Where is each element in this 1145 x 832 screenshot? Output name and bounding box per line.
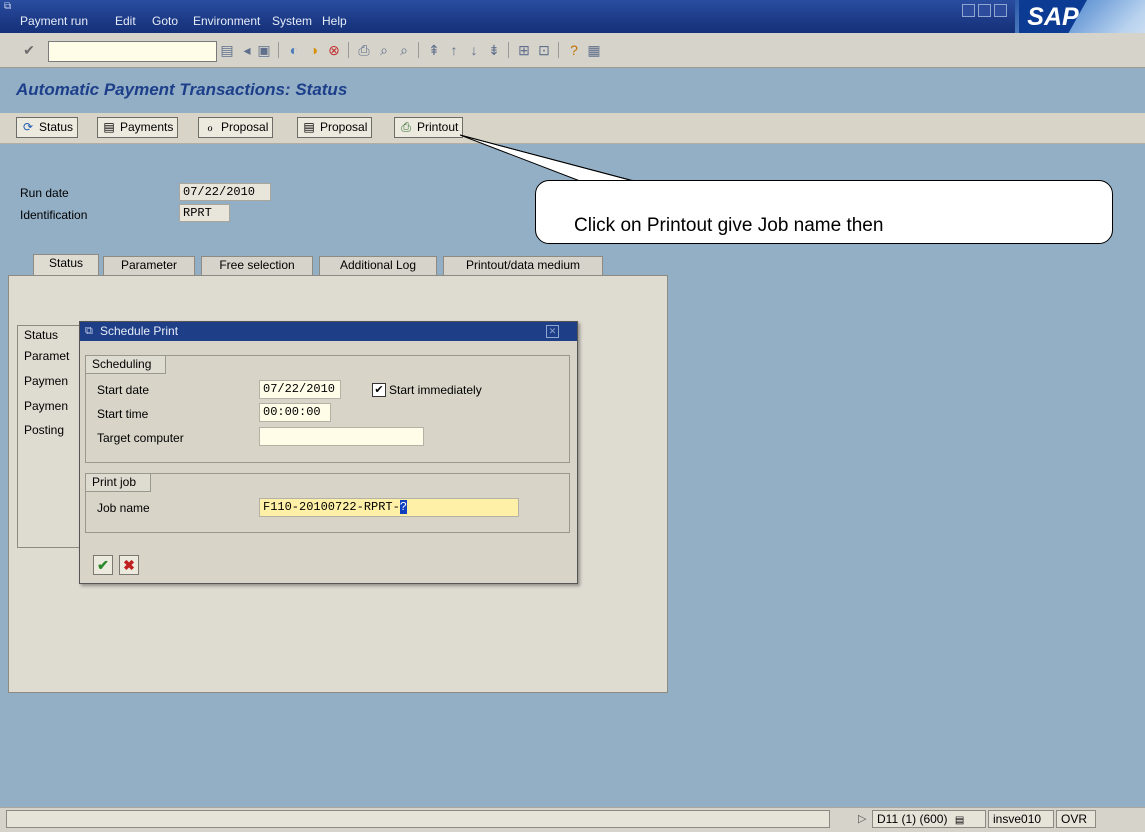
expand-status-icon[interactable]: ▷ [858,812,866,825]
status-row: Paymen [24,374,69,388]
start-immediately-checkbox[interactable]: ✔ [372,383,386,397]
close-window-icon[interactable] [994,4,1007,17]
continue-button[interactable]: ✔ [93,555,113,575]
tab-printout-data-medium[interactable]: Printout/data medium [443,256,603,275]
tab-parameter[interactable]: Parameter [103,256,195,275]
menu-help[interactable]: Help [322,14,347,28]
payments-button-label: Payments [120,120,174,134]
command-history-icon[interactable]: ▤ [218,41,236,59]
system-info-icon: ▤ [954,815,965,826]
cancel-button[interactable]: ✖ [119,555,139,575]
command-field[interactable] [48,41,217,62]
maximize-icon[interactable] [978,4,991,17]
print-icon[interactable]: ⎙ [355,41,373,59]
toolbar-separator [418,42,419,58]
cancel-icon[interactable]: ⊗ [325,41,343,59]
display-proposal-button[interactable]: ▤ Proposal [297,117,373,138]
page-title: Automatic Payment Transactions: Status [16,80,348,99]
identification-label: Identification [20,208,88,222]
refresh-icon: ⟳ [22,120,34,134]
dialog-window-icon: ⧉ [85,325,93,337]
back-arrow-icon[interactable]: ◂ [238,41,256,59]
back-icon[interactable]: ◐ [285,41,303,59]
status-row: Paymen [24,399,69,413]
target-computer-label: Target computer [97,431,184,445]
enter-icon[interactable]: ✔ [20,41,38,59]
list-icon: ▤ [303,120,315,134]
run-date-field: 07/22/2010 [179,183,271,201]
glasses-icon: ℴ [207,120,213,134]
menu-goto[interactable]: Goto [152,14,178,28]
start-date-label: Start date [97,383,150,397]
tab-free-selection[interactable]: Free selection [201,256,313,275]
list-icon: ▤ [103,120,115,134]
system-info-text: D11 (1) (600) [877,812,948,826]
dialog-title: Schedule Print [100,324,179,338]
server-info: insve010 [988,810,1054,828]
schedule-print-dialog: ⧉ Schedule Print ✕ Scheduling Start date… [79,321,578,584]
job-name-label: Job name [97,501,150,515]
scheduling-group-title: Scheduling [86,356,167,374]
status-button[interactable]: ⟳ Status [16,117,79,138]
menu-bar: ⧉ Payment run Edit Goto Environment Syst… [0,0,1145,33]
status-row: Paramet [24,349,70,363]
shortcut-icon[interactable]: ⊡ [535,41,553,59]
print-job-group-title: Print job [86,474,152,492]
toolbar-separator [348,42,349,58]
start-immediately-label: Start immediately [389,383,482,397]
tab-status[interactable]: Status [33,254,99,275]
printout-icon: ⎙ [401,120,411,134]
text-cursor: ? [399,500,408,514]
previous-page-icon[interactable]: ↑ [445,41,463,59]
last-page-icon[interactable]: ⇟ [485,41,503,59]
menu-environment[interactable]: Environment [193,14,260,28]
target-computer-input[interactable] [259,427,424,446]
create-session-icon[interactable]: ⊞ [515,41,533,59]
toolbar-separator [558,42,559,58]
dialog-title-bar[interactable]: ⧉ Schedule Print ✕ [80,322,577,341]
layout-menu-icon[interactable]: ▦ [585,41,603,59]
run-date-label: Run date [20,186,69,200]
printout-button-label: Printout [417,120,459,134]
minimize-icon[interactable] [962,4,975,17]
save-icon[interactable]: ▣ [255,41,273,59]
job-name-input[interactable]: F110-20100722-RPRT-? [259,498,519,517]
payments-button[interactable]: ▤ Payments [97,117,179,138]
edit-proposal-button[interactable]: ℴ Proposal [198,117,274,138]
insert-mode[interactable]: OVR [1056,810,1096,828]
dialog-close-icon[interactable]: ✕ [546,325,559,338]
print-job-group: Print job Job name F110-20100722-RPRT-? [85,473,570,533]
tab-additional-log[interactable]: Additional Log [319,256,437,275]
toolbar-separator [278,42,279,58]
next-page-icon[interactable]: ↓ [465,41,483,59]
sap-logo-text: SAP [1019,0,1087,34]
start-date-input[interactable]: 07/22/2010 [259,380,341,399]
system-info[interactable]: D11 (1) (600) ▤ [872,810,986,828]
find-next-icon[interactable]: ⌕ [395,41,413,59]
window-menu-icon[interactable]: ⧉ [4,1,11,12]
menu-payment-run[interactable]: Payment run [20,14,88,28]
exit-icon[interactable]: ◑ [305,41,323,59]
callout-pointer [460,134,671,187]
status-message-area [6,810,830,828]
status-row: Posting [24,423,65,437]
toolbar-separator [508,42,509,58]
start-time-input[interactable]: 00:00:00 [259,403,331,422]
job-name-value: F110-20100722-RPRT- [263,500,400,514]
scheduling-group: Scheduling Start date 07/22/2010 ✔ Start… [85,355,570,463]
start-time-label: Start time [97,407,149,421]
first-page-icon[interactable]: ⇞ [425,41,443,59]
help-icon[interactable]: ? [565,41,583,59]
status-table-header: Status [24,328,59,342]
find-icon[interactable]: ⌕ [375,41,393,59]
callout-text: Click on Printout give Job name then [574,215,884,236]
edit-proposal-button-label: Proposal [221,120,269,134]
menu-system[interactable]: System [272,14,312,28]
status-button-label: Status [39,120,74,134]
printout-button[interactable]: ⎙ Printout [394,117,464,138]
display-proposal-button-label: Proposal [320,120,368,134]
menu-edit[interactable]: Edit [115,14,136,28]
identification-field: RPRT [179,204,230,222]
callout-box: Click on Printout give Job name then [535,180,1113,244]
